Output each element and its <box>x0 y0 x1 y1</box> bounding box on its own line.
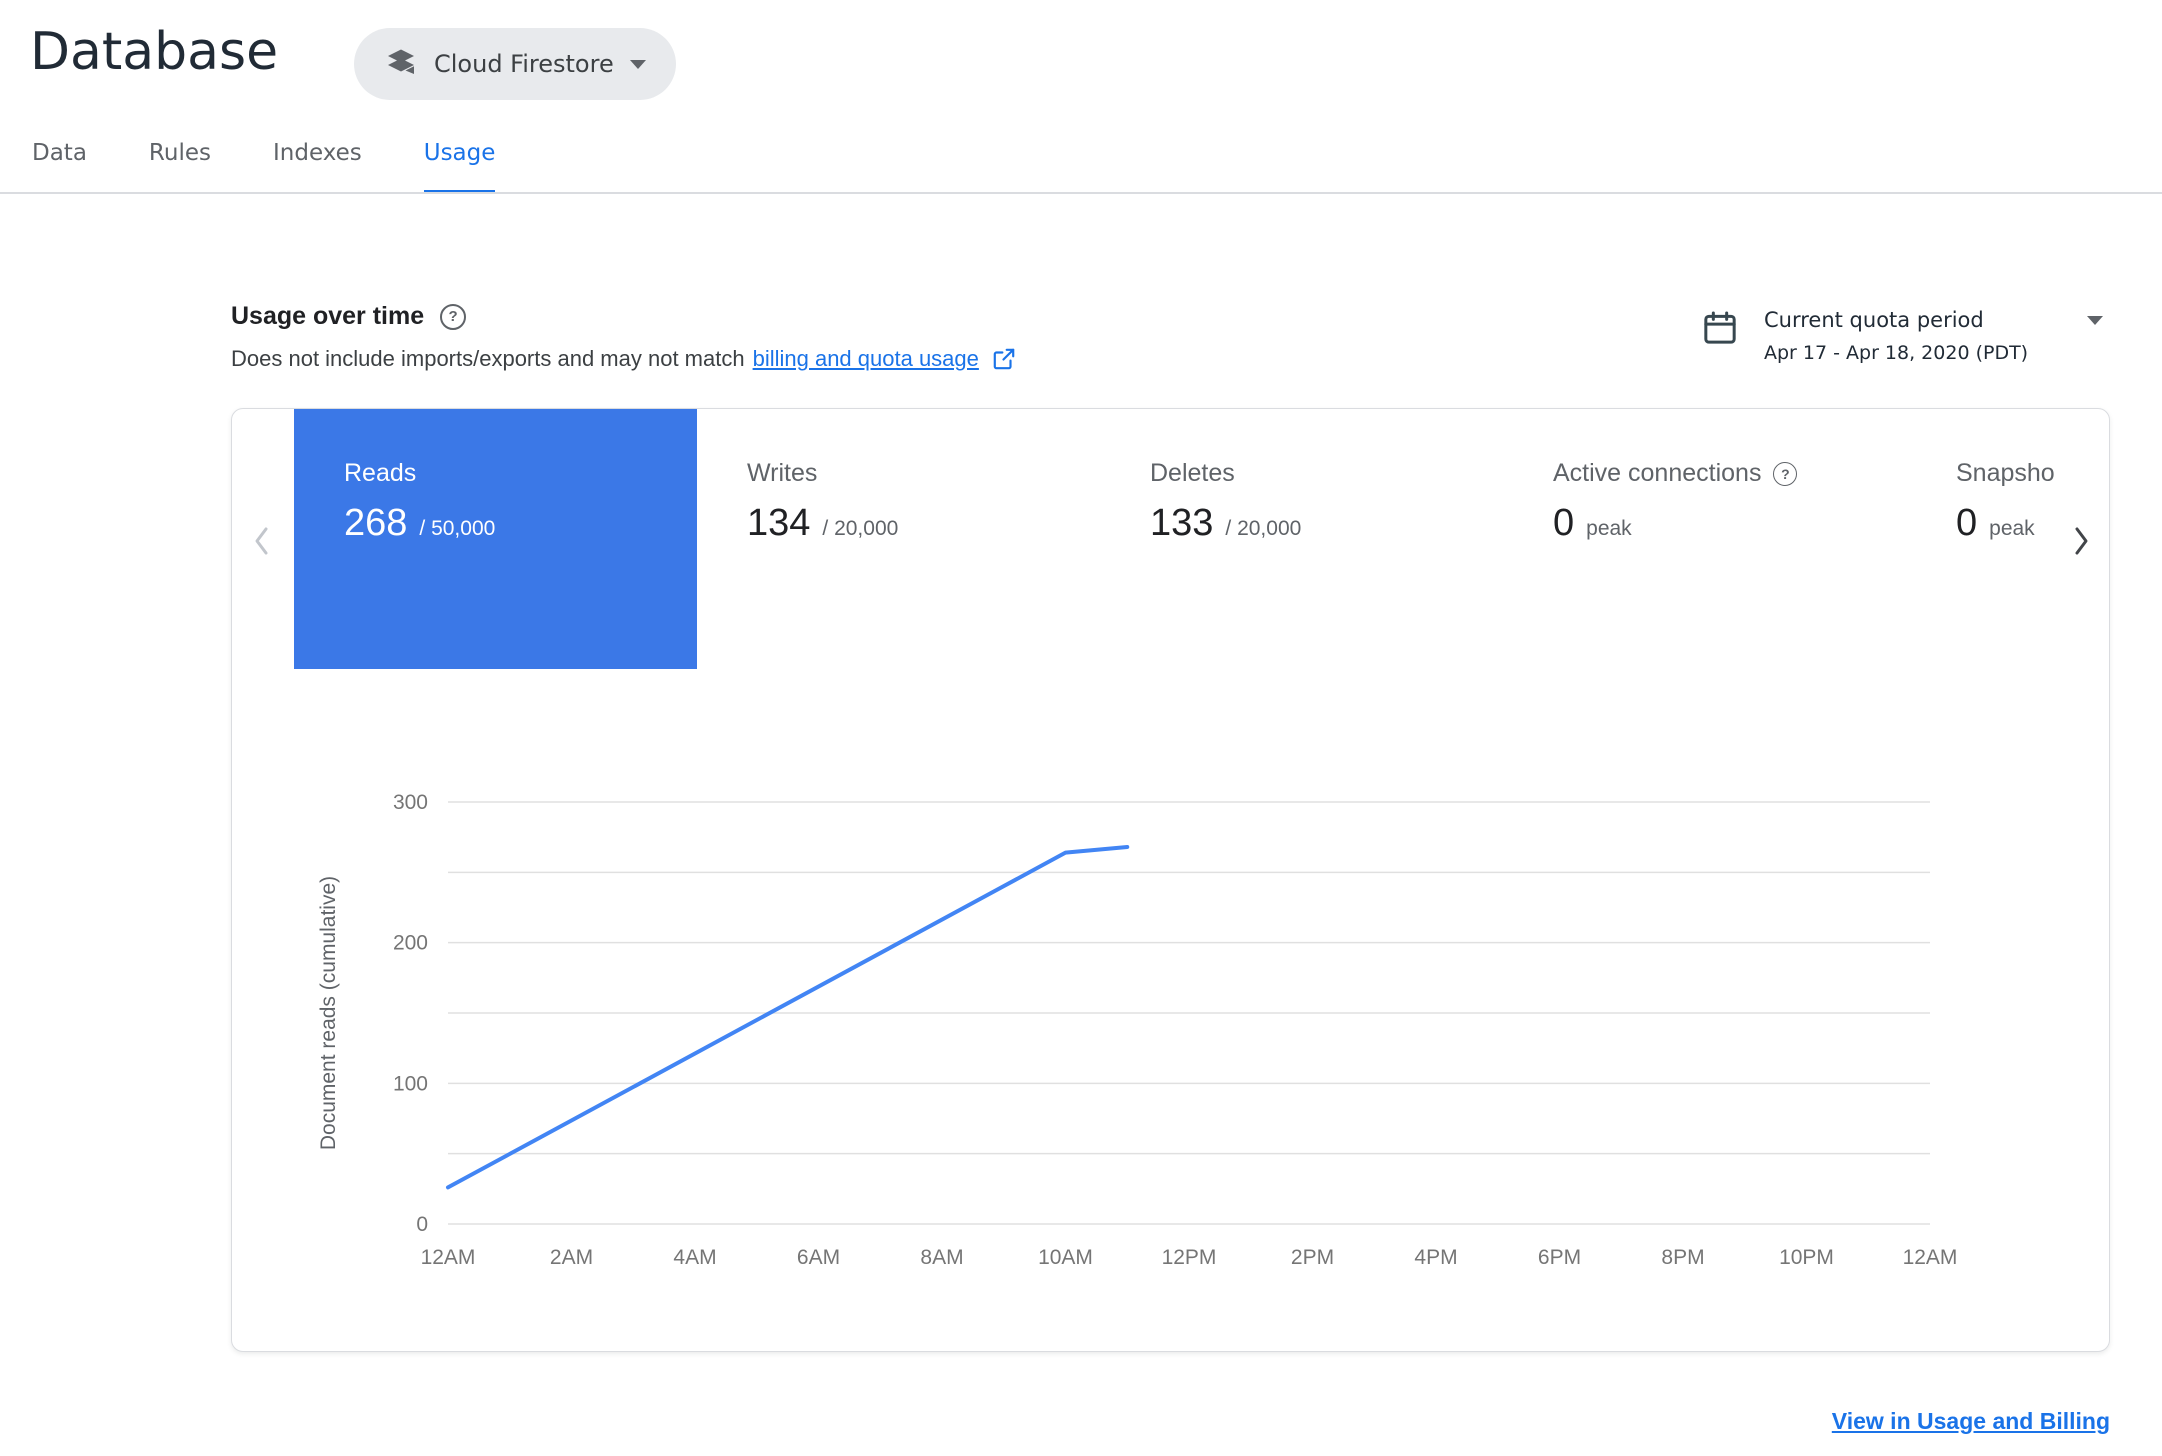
metric-label-text: Snapshot listeners <box>1956 459 2054 487</box>
usage-section-header: Usage over time ? <box>231 302 467 331</box>
view-usage-billing-link[interactable]: View in Usage and Billing <box>1832 1408 2110 1435</box>
metric-tile-writes[interactable]: Writes 134 / 20,000 <box>697 409 1100 669</box>
x-tick-label: 6AM <box>797 1246 840 1269</box>
help-icon[interactable]: ? <box>1773 461 1798 486</box>
x-tick-label: 2PM <box>1291 1246 1334 1269</box>
chevron-down-icon <box>2087 316 2103 325</box>
usage-line-chart: 0 100 200 300 12AM 2AM 4AM 6AM 8AM 10AM 12PM 2PM 4PM… <box>393 792 1958 1269</box>
tab-data[interactable]: Data <box>32 138 87 194</box>
tab-usage[interactable]: Usage <box>423 138 496 194</box>
y-tick-label: 300 <box>393 792 428 814</box>
metric-label: Reads <box>344 459 417 487</box>
metric-label: Active connections ? <box>1553 459 1906 488</box>
external-link-icon[interactable] <box>991 346 1017 372</box>
product-selector[interactable]: Cloud Firestore <box>354 28 676 100</box>
usage-description: Does not include imports/exports and may… <box>231 346 1017 372</box>
page-title: Database <box>30 22 279 82</box>
quota-period-label: Current quota period <box>1764 308 1984 332</box>
tab-rules[interactable]: Rules <box>149 138 211 194</box>
x-tick-label: 4AM <box>673 1246 716 1269</box>
quota-period-column: Current quota period Apr 17 - Apr 18, 20… <box>1764 308 2109 364</box>
chevron-left-icon[interactable] <box>242 505 282 577</box>
usage-description-text: Does not include imports/exports and may… <box>231 346 745 371</box>
metric-tile-deletes[interactable]: Deletes 133 / 20,000 <box>1100 409 1503 669</box>
x-tick-label: 12AM <box>1903 1246 1958 1269</box>
metric-label: Writes <box>747 459 818 487</box>
metric-label: Snapshot listeners <box>1956 459 2109 488</box>
quota-period-dropdown[interactable]: Current quota period <box>1764 308 2109 332</box>
x-tick-label: 12PM <box>1162 1246 1217 1269</box>
firestore-icon <box>384 46 418 83</box>
series-line <box>446 845 1130 1190</box>
chevron-down-icon <box>629 59 646 69</box>
metric-value: 0 <box>1553 502 1575 544</box>
metric-quota: peak <box>1586 517 1632 540</box>
x-tick-label: 4PM <box>1414 1246 1457 1269</box>
usage-over-time-title: Usage over time <box>231 302 425 330</box>
tab-indexes[interactable]: Indexes <box>273 138 362 194</box>
metric-quota: / 50,000 <box>419 517 496 540</box>
metric-value-row: 133 / 20,000 <box>1150 502 1503 545</box>
firestore-usage-page: Database Cloud Firestore Data Rules Inde… <box>0 0 2162 1456</box>
product-selector-label: Cloud Firestore <box>434 50 614 78</box>
x-tick-label: 10AM <box>1038 1246 1093 1269</box>
metric-quota: peak <box>1989 517 2035 540</box>
metric-quota: / 20,000 <box>1225 517 1302 540</box>
metric-value: 133 <box>1150 502 1214 544</box>
quota-period-control: Current quota period Apr 17 - Apr 18, 20… <box>1700 308 2109 364</box>
x-tick-label: 6PM <box>1538 1246 1581 1269</box>
y-tick-label: 200 <box>393 932 428 955</box>
metric-quota: / 20,000 <box>822 517 899 540</box>
y-tick-label: 0 <box>416 1213 428 1236</box>
x-tick-label: 10PM <box>1779 1246 1834 1269</box>
y-axis-title: Document reads (cumulative) <box>317 875 340 1151</box>
metric-value-row: 134 / 20,000 <box>747 502 1100 545</box>
quota-period-range: Apr 17 - Apr 18, 2020 (PDT) <box>1764 342 2029 364</box>
metric-value-row: 0 peak <box>1553 502 1906 545</box>
x-tick-label: 2AM <box>550 1246 593 1269</box>
tab-bar: Data Rules Indexes Usage <box>32 138 496 194</box>
metric-label-text: Active connections <box>1553 459 1762 487</box>
calendar-icon <box>1700 308 1740 353</box>
x-tick-label: 8PM <box>1661 1246 1704 1269</box>
chevron-right-icon[interactable] <box>2061 505 2101 577</box>
usage-card: Reads 268 / 50,000 Writes 134 / 20,000 D… <box>231 408 2110 1352</box>
help-icon[interactable]: ? <box>440 303 467 330</box>
y-tick-label: 100 <box>393 1072 428 1095</box>
billing-quota-usage-link[interactable]: billing and quota usage <box>753 346 979 372</box>
metric-value: 268 <box>344 502 408 544</box>
metric-tile-active-connections[interactable]: Active connections ? 0 peak <box>1503 409 1906 669</box>
x-tick-label: 12AM <box>421 1246 476 1269</box>
tabs-divider <box>0 192 2162 194</box>
metric-tiles: Reads 268 / 50,000 Writes 134 / 20,000 D… <box>294 409 2109 669</box>
metric-label: Deletes <box>1150 459 1235 487</box>
metric-tile-reads[interactable]: Reads 268 / 50,000 <box>294 409 697 669</box>
x-tick-label: 8AM <box>920 1246 963 1269</box>
metric-value-row: 268 / 50,000 <box>344 502 697 545</box>
metric-value: 134 <box>747 502 811 544</box>
metric-value: 0 <box>1956 502 1978 544</box>
